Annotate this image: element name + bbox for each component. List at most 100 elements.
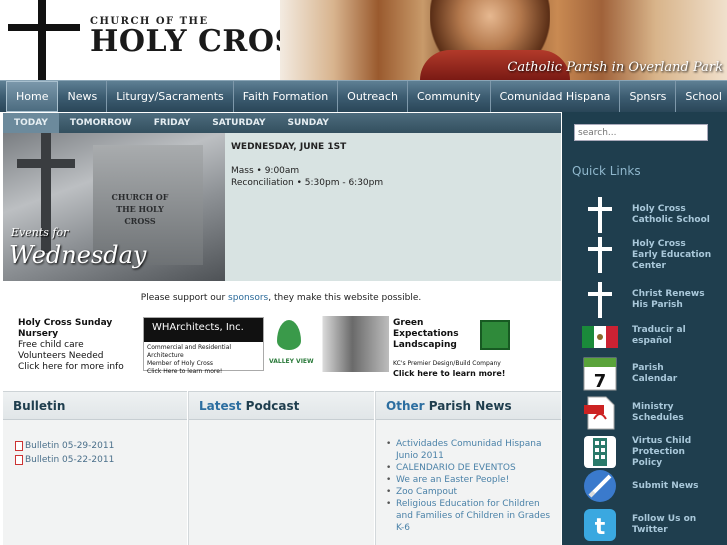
mexico-flag-icon [582, 326, 618, 348]
event-image-label: Events for [11, 226, 69, 239]
tab-tomorrow[interactable]: TOMORROW [59, 113, 143, 133]
podcast-heading-highlight: Latest [199, 399, 242, 413]
tab-sunday[interactable]: SUNDAY [276, 113, 339, 133]
bulletin-link-text: Bulletin 05-29-2011 [25, 441, 115, 451]
podcast-column: Latest Podcast [188, 391, 374, 545]
calendar-day-text: 7 [594, 371, 607, 392]
parish-news-heading: Other Parish News [376, 392, 561, 420]
ad4-logo-icon [480, 320, 510, 350]
ad1-line: Holy Cross Sunday Nursery [18, 318, 113, 339]
tab-saturday[interactable]: SATURDAY [201, 113, 276, 133]
church-sign-text: CHURCH OF THE HOLY CROSS [111, 192, 169, 226]
nav-item-sponsors[interactable]: Spnsrs [620, 81, 677, 112]
parish-news-heading-rest: Parish News [424, 399, 512, 413]
site-header: CHURCH OF THE HOLY CROSS Catholic Parish… [0, 0, 727, 80]
bulletin-column: Bulletin Bulletin 05-29-2011 Bulletin 05… [3, 391, 187, 545]
ad1-line: Click here for more info [18, 362, 124, 372]
bulletin-link-text: Bulletin 05-22-2011 [25, 455, 115, 465]
ad2-line: Commercial and Residential Architecture [147, 344, 232, 359]
ad-wharchitects[interactable]: WHArchitects, Inc. Commercial and Reside… [143, 317, 264, 375]
ad4-title: Green Expectations Landscaping [393, 318, 459, 350]
event-date: WEDNESDAY, JUNE 1ST [231, 142, 347, 152]
pdf-icon [584, 396, 615, 430]
tab-friday[interactable]: FRIDAY [143, 113, 202, 133]
main-nav: Home News Liturgy/Sacraments Faith Forma… [0, 80, 727, 112]
news-item[interactable]: Religious Education for Children and Fam… [386, 498, 553, 534]
search-input[interactable] [574, 124, 708, 141]
quick-link-label: Holy Cross Early Education Center [632, 238, 712, 271]
bulletin-link[interactable]: Bulletin 05-22-2011 [15, 455, 187, 465]
event-details: WEDNESDAY, JUNE 1ST Mass • 9:00am Reconc… [225, 133, 561, 281]
quick-link-label: Traducir al español [632, 325, 686, 346]
ad-sunday-nursery[interactable]: Holy Cross Sunday Nursery Free child car… [18, 318, 140, 373]
sidebar: Quick Links Holy Cross Catholic School H… [562, 112, 727, 545]
ad1-line: Volunteers Needed [18, 351, 104, 361]
sponsor-note-suffix: , they make this website possible. [268, 293, 422, 303]
quick-link-label: Ministry Schedules [632, 402, 684, 423]
tagline: Catholic Parish in Overland Park [507, 60, 723, 75]
svg-text:t: t [595, 515, 606, 540]
submit-news-icon [584, 470, 616, 502]
event-image: CHURCH OF THE HOLY CROSS Events for Wedn… [3, 133, 225, 281]
news-item[interactable]: Actividades Comunidad Hispana Junio 2011 [386, 438, 553, 462]
quick-link-submit-news[interactable]: Submit News [582, 468, 727, 504]
news-item[interactable]: CALENDARIO DE EVENTOS [386, 462, 553, 474]
news-item[interactable]: Zoo Campout [386, 486, 553, 498]
quick-link-label: Follow Us on Twitter [632, 514, 697, 535]
sponsor-note-prefix: Please support our [140, 293, 226, 303]
pdf-icon [15, 441, 23, 451]
podcast-heading: Latest Podcast [189, 392, 374, 420]
nav-item-liturgy[interactable]: Liturgy/Sacraments [107, 81, 234, 112]
quick-link-label: Submit News [632, 480, 699, 491]
nav-item-outreach[interactable]: Outreach [338, 81, 408, 112]
event-reconciliation: Reconciliation • 5:30pm - 6:30pm [231, 178, 384, 188]
quick-link-label: Holy Cross Catholic School [632, 204, 710, 225]
cross-icon [588, 197, 612, 233]
event-image-day: Wednesday [9, 241, 147, 269]
calendar-icon: 7 [583, 357, 617, 392]
parish-news-heading-highlight: Other [386, 399, 425, 413]
sponsors-link[interactable]: sponsors [228, 293, 268, 303]
quick-links-title: Quick Links [572, 164, 641, 178]
news-item[interactable]: We are an Easter People! [386, 474, 553, 486]
quick-link-virtus[interactable]: Virtus Child Protection Policy [582, 434, 727, 470]
nav-item-community[interactable]: Community [408, 81, 491, 112]
leaf-logo-icon [277, 320, 301, 350]
tab-today[interactable]: TODAY [3, 113, 59, 133]
quick-link-ministry-schedules[interactable]: Ministry Schedules [582, 395, 727, 431]
nav-item-news[interactable]: News [58, 81, 108, 112]
bulletin-link[interactable]: Bulletin 05-29-2011 [15, 441, 187, 451]
podcast-heading-rest: Podcast [241, 399, 300, 413]
quick-link-label: Virtus Child Protection Policy [632, 435, 692, 468]
ad1-line: Free child care [18, 340, 84, 350]
nav-item-comunidad-hispana[interactable]: Comunidad Hispana [491, 81, 621, 112]
ad-valley-view-bank[interactable]: VALLEY VIEW [267, 316, 389, 372]
day-tabs: TODAY TOMORROW FRIDAY SATURDAY SUNDAY [3, 113, 561, 133]
event-mass: Mass • 9:00am [231, 166, 300, 176]
quick-link-label: Parish Calendar [632, 363, 678, 384]
cross-icon [588, 282, 612, 318]
virtus-icon [584, 436, 616, 468]
pdf-icon [15, 455, 23, 465]
ad3-text: VALLEY VIEW [269, 358, 314, 365]
quick-link-label: Christ Renews His Parish [632, 289, 705, 310]
cross-icon [588, 237, 612, 273]
nav-item-faith-formation[interactable]: Faith Formation [234, 81, 339, 112]
bulletin-heading: Bulletin [3, 392, 187, 420]
ad-green-expectations[interactable]: Green Expectations Landscaping KC's Prem… [393, 318, 515, 378]
sponsor-note: Please support our sponsors, they make t… [0, 293, 562, 303]
quick-link-early-education[interactable]: Holy Cross Early Education Center [582, 237, 727, 273]
ad2-line: Member of Holy Cross [147, 360, 214, 367]
quick-link-catholic-school[interactable]: Holy Cross Catholic School [582, 197, 727, 233]
nav-item-home[interactable]: Home [6, 81, 59, 112]
ad4-cta: Click here to learn more! [393, 369, 506, 378]
nav-item-school[interactable]: School [676, 81, 727, 112]
twitter-icon: t [584, 509, 616, 541]
ad2-title: WHArchitects, Inc. [144, 318, 263, 342]
parish-news-column: Other Parish News Actividades Comunidad … [375, 391, 561, 545]
quick-link-parish-calendar[interactable]: 7 Parish Calendar [582, 356, 727, 392]
quick-link-traducir[interactable]: Traducir al español [582, 318, 727, 354]
quick-link-christ-renews[interactable]: Christ Renews His Parish [582, 282, 727, 318]
cross-logo-icon[interactable] [0, 0, 90, 80]
quick-link-twitter[interactable]: t Follow Us on Twitter [582, 507, 727, 543]
